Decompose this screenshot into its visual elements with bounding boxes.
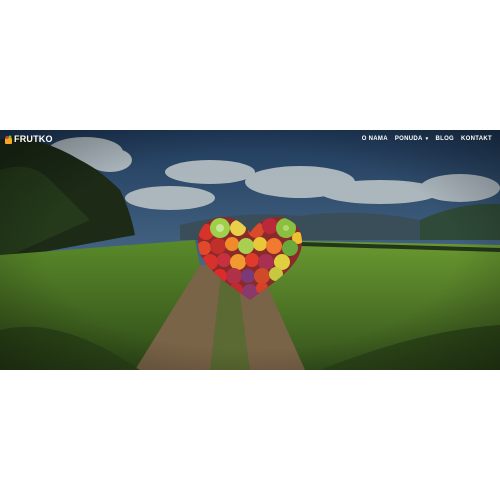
nav-item-ponuda[interactable]: PONUDA ▾ — [395, 136, 429, 142]
nav-item-kontakt[interactable]: KONTAKT — [461, 136, 492, 142]
nav-item-label: BLOG — [435, 136, 455, 142]
nav-item-label: PONUDA — [394, 136, 423, 142]
site-header: FRUTKO O NAMA PONUDA ▾ BLOG KONTAKT — [0, 130, 500, 148]
nav-item-label: KONTAKT — [461, 136, 492, 142]
caret-down-icon: ▾ — [425, 136, 429, 142]
fruit-heart-image — [198, 217, 302, 300]
fruit-basket-icon — [5, 135, 12, 144]
main-nav: O NAMA PONUDA ▾ BLOG KONTAKT — [362, 136, 492, 142]
brand-name: FRUTKO — [14, 134, 53, 144]
brand-logo[interactable]: FRUTKO — [5, 134, 53, 144]
hero-banner: FRUTKO O NAMA PONUDA ▾ BLOG KONTAKT — [0, 130, 500, 370]
nav-item-o-nama[interactable]: O NAMA — [362, 136, 388, 142]
nav-item-label: O NAMA — [361, 136, 388, 142]
nav-item-blog[interactable]: BLOG — [435, 136, 454, 142]
